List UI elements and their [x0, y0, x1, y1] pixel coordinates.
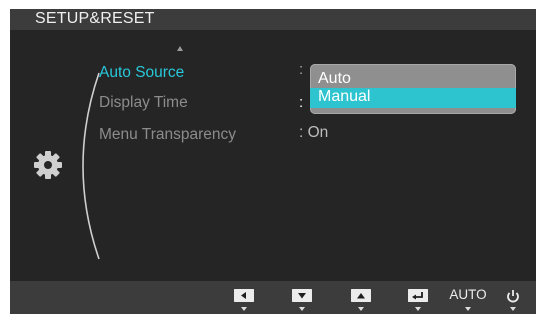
auto-button[interactable]: AUTO	[448, 287, 488, 314]
menu-item-display-time[interactable]: Display Time	[99, 94, 188, 112]
down-button[interactable]	[292, 289, 312, 314]
power-button[interactable]	[505, 289, 521, 314]
down-marker-icon	[358, 307, 364, 311]
gear-icon	[34, 151, 62, 179]
left-button[interactable]	[234, 289, 254, 314]
title-bar: SETUP&RESET	[10, 9, 536, 30]
option-manual-selected[interactable]: Manual	[310, 88, 516, 108]
auto-source-colon: :	[299, 61, 304, 78]
scroll-up-icon[interactable]	[177, 46, 183, 51]
down-marker-icon	[465, 307, 471, 311]
menu-item-auto-source[interactable]: Auto Source	[99, 64, 184, 82]
auto-source-dropdown[interactable]: Auto Manual	[310, 64, 516, 114]
enter-icon	[408, 289, 428, 302]
down-marker-icon	[299, 307, 305, 311]
menu-transparency-value: : On	[299, 124, 329, 141]
menu-item-menu-transparency[interactable]: Menu Transparency	[99, 126, 236, 144]
button-guide-bar: AUTO	[10, 281, 536, 314]
auto-label: AUTO	[449, 287, 487, 302]
menu-title: SETUP&RESET	[35, 10, 155, 27]
down-icon	[292, 289, 312, 302]
enter-button[interactable]	[408, 289, 428, 314]
down-marker-icon	[415, 307, 421, 311]
display-time-colon: :	[299, 94, 304, 111]
down-marker-icon	[241, 307, 247, 311]
up-button[interactable]	[351, 289, 371, 314]
left-icon	[234, 289, 254, 302]
up-icon	[351, 289, 371, 302]
down-marker-icon	[510, 307, 516, 311]
power-icon	[507, 290, 519, 303]
menu-arc-decoration	[82, 72, 100, 260]
osd-menu: SETUP&RESET Auto Source Display Time Men…	[10, 9, 536, 314]
